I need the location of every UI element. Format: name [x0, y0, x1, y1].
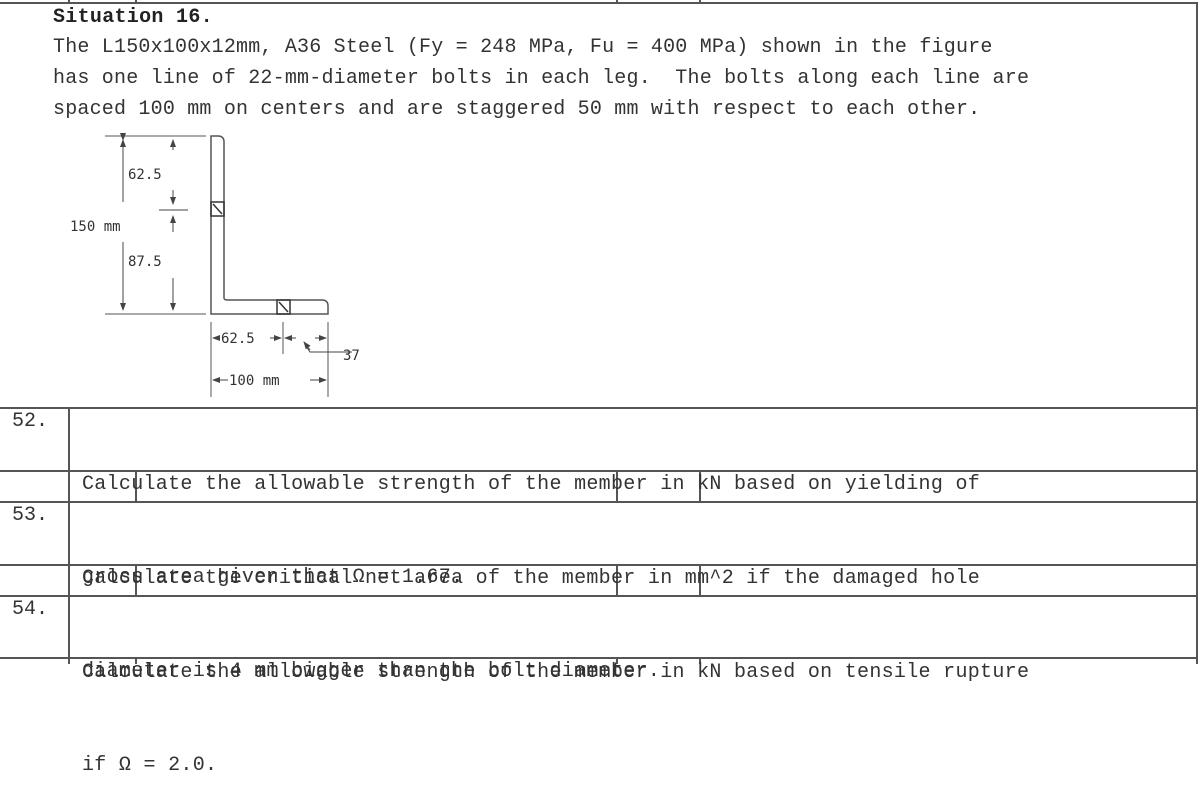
situation-title: Situation 16.	[53, 6, 213, 29]
question-54-answer-cell[interactable]	[137, 659, 614, 664]
situation-line-2: has one line of 22-mm-diameter bolts in …	[53, 67, 1030, 90]
angle-section-figure: 150 mm 62.5 87.5 62.5 37.5 100 mm	[60, 132, 377, 404]
dim-87-5-label: 87.5	[128, 254, 162, 270]
dim-100-label: 100 mm	[229, 373, 280, 389]
dim-62-5-horizontal-label: 62.5	[221, 331, 255, 347]
angle-outline	[210, 135, 329, 315]
situation-block: Situation 16. The L150x100x12mm, A36 Ste…	[53, 4, 1193, 125]
number-column-divider	[68, 407, 70, 664]
situation-line-3: spaced 100 mm on centers and are stagger…	[53, 98, 981, 121]
question-54-text: Calculate the allowable strength of the …	[82, 595, 1029, 812]
angle-diagram: 150 mm 62.5 87.5 62.5 37.5 100 mm	[70, 133, 377, 397]
question-53-answer-cell[interactable]	[137, 566, 614, 595]
question-52-number: 52.	[12, 410, 49, 433]
question-53-number: 53.	[12, 504, 49, 527]
question-54-number: 54.	[12, 598, 49, 621]
dim-150-label: 150 mm	[70, 219, 121, 235]
dim-37-5-label: 37.5	[343, 348, 360, 364]
question-52-answer-cell[interactable]	[137, 472, 614, 501]
situation-line-1: The L150x100x12mm, A36 Steel (Fy = 248 M…	[53, 36, 993, 59]
dim-62-5-vertical-label: 62.5	[128, 167, 162, 183]
question-54-line-2: if Ω = 2.0.	[82, 754, 218, 777]
